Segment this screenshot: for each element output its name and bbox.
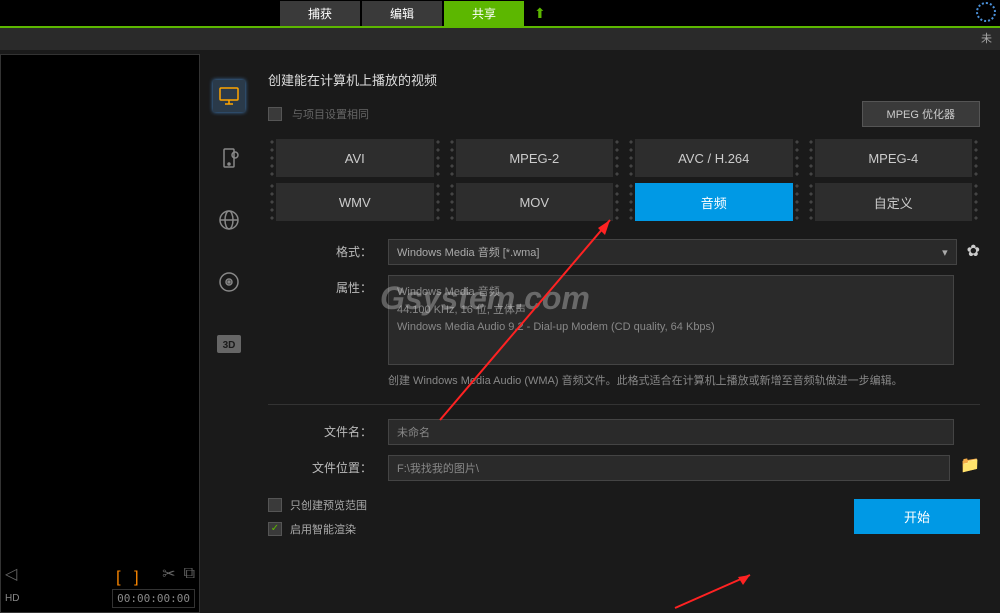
preview-only-label: 只创建预览范围 [290, 497, 367, 513]
disc-icon[interactable] [213, 266, 245, 298]
tab-share[interactable]: 共享 [444, 1, 524, 26]
status-bar: 未 [0, 28, 1000, 50]
preview-timeline[interactable]: ◁ [ ] ✂ ⧉ [5, 564, 195, 584]
preview-only-checkbox[interactable] [268, 498, 282, 512]
svg-text:3D: 3D [223, 340, 236, 351]
location-input[interactable]: F:\我找我的图片\ [388, 455, 950, 481]
preview-screen [1, 55, 199, 535]
start-button[interactable]: 开始 [854, 499, 980, 534]
props-box: Windows Media 音频 44.100 KHz, 16 位, 立体声 W… [388, 275, 954, 365]
folder-icon[interactable]: 📁 [960, 455, 980, 475]
format-mov[interactable]: MOV [448, 183, 622, 221]
output-type-sidebar: 3D [200, 50, 258, 613]
format-dropdown[interactable]: Windows Media 音频 [*.wma] ▾ [388, 239, 957, 265]
format-avc[interactable]: AVC / H.264 [627, 139, 801, 177]
share-content: 创建能在计算机上播放的视频 与项目设置相同 MPEG 优化器 AVI MPEG-… [258, 50, 1000, 613]
format-audio[interactable]: 音频 [627, 183, 801, 221]
arrow-up-icon: ⬆ [534, 5, 546, 22]
smart-render-checkbox[interactable]: ✓ [268, 522, 282, 536]
top-tabs: 捕获 编辑 共享 ⬆ [0, 0, 1000, 26]
props-description: 创建 Windows Media Audio (WMA) 音频文件。此格式适合在… [388, 373, 954, 390]
computer-icon[interactable] [213, 80, 245, 112]
format-grid: AVI MPEG-2 AVC / H.264 MPEG-4 WMV MOV 音频… [268, 139, 980, 221]
divider [268, 404, 980, 405]
3d-icon[interactable]: 3D [213, 328, 245, 360]
format-mpeg2[interactable]: MPEG-2 [448, 139, 622, 177]
same-as-project-checkbox[interactable] [268, 107, 282, 121]
timecode: 00:00:00:00 [112, 589, 195, 608]
mobile-icon[interactable] [213, 142, 245, 174]
section-title: 创建能在计算机上播放的视频 [268, 70, 980, 89]
format-value: Windows Media 音频 [*.wma] [397, 244, 539, 260]
filename-input[interactable]: 未命名 [388, 419, 954, 445]
gear-icon[interactable]: ✿ [967, 239, 980, 261]
format-custom[interactable]: 自定义 [807, 183, 981, 221]
smart-render-label: 启用智能渲染 [290, 521, 356, 537]
tab-capture[interactable]: 捕获 [280, 1, 360, 26]
chevron-down-icon: ▾ [942, 246, 948, 259]
web-icon[interactable] [213, 204, 245, 236]
format-mpeg4[interactable]: MPEG-4 [807, 139, 981, 177]
help-indicator [976, 2, 996, 22]
preview-panel: ◁ [ ] ✂ ⧉ HD 00:00:00:00 [0, 54, 200, 613]
format-label: 格式： [268, 239, 388, 260]
resolution-label: HD [5, 593, 19, 604]
mpeg-optimizer-button[interactable]: MPEG 优化器 [862, 101, 980, 127]
props-label: 属性： [268, 275, 388, 296]
filename-label: 文件名： [268, 419, 388, 440]
location-label: 文件位置： [268, 455, 388, 476]
tab-edit[interactable]: 编辑 [362, 1, 442, 26]
format-wmv[interactable]: WMV [268, 183, 442, 221]
same-as-project-label: 与项目设置相同 [292, 106, 862, 122]
format-avi[interactable]: AVI [268, 139, 442, 177]
